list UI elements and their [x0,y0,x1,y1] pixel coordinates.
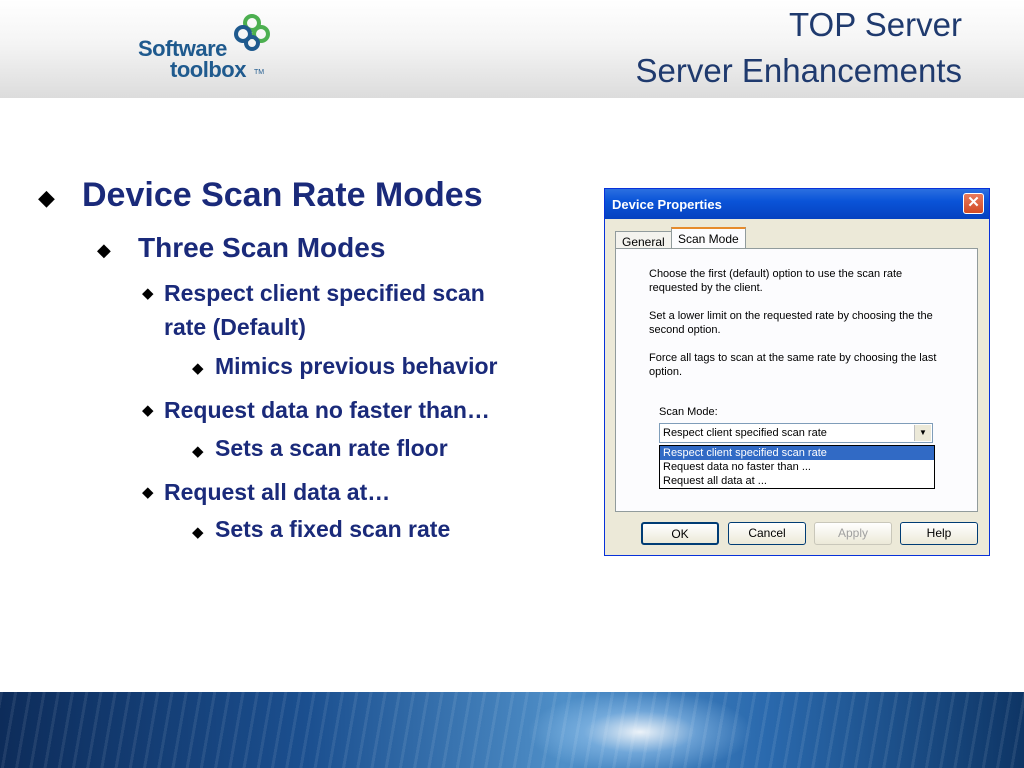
bullet-diamond-icon: ◆ [192,360,204,377]
slide-title-line2: Server Enhancements [635,52,962,89]
logo-trademark: TM [254,69,265,76]
bullet-diamond-icon: ◆ [38,185,55,210]
bullet-level4: Mimics previous behavior [215,353,498,379]
cancel-button[interactable]: Cancel [728,522,806,545]
slide-title: TOP Server Server Enhancements [635,2,962,94]
ok-button[interactable]: OK [641,522,719,545]
option-respect-client-rate[interactable]: Respect client specified scan rate [660,446,934,460]
apply-button[interactable]: Apply [814,522,892,545]
bullet-diamond-icon: ◆ [142,484,154,501]
slide-header: Software toolbox TM TOP Server Server En… [0,0,1024,98]
dialog-title: Device Properties [612,197,722,212]
scan-mode-select[interactable]: Respect client specified scan rate ▼ [659,423,933,443]
chevron-down-icon[interactable]: ▼ [914,425,931,441]
bullet-diamond-icon: ◆ [97,240,111,260]
logo-knot-icon [234,14,270,51]
bullet-level4: Sets a scan rate floor [215,435,448,461]
logo-word-toolbox: toolbox [170,57,246,82]
bullet-diamond-icon: ◆ [192,443,204,460]
software-toolbox-logo: Software toolbox TM [136,12,276,82]
bullet-level3: Request all data at… [164,479,391,505]
tab-scan-mode[interactable]: Scan Mode [671,227,746,249]
bullet-level3: Request data no faster than… [164,397,490,423]
slide-title-line1: TOP Server [788,6,962,43]
bullet-level1: Device Scan Rate Modes [82,176,483,214]
tab-general[interactable]: General [615,231,672,249]
help-text-first-option: Choose the first (default) option to use… [649,268,903,294]
slide-footer-band [0,692,1024,768]
bullet-level3: Respect client specified scan [164,280,485,306]
bullet-level3-cont: rate (Default) [164,314,306,340]
help-button[interactable]: Help [900,522,978,545]
scan-mode-selected-value: Respect client specified scan rate [663,427,827,439]
bullet-level2: Three Scan Modes [138,232,386,263]
help-text-last-option: Force all tags to scan at the same rate … [649,352,937,378]
bullet-level4: Sets a fixed scan rate [215,516,451,542]
bullet-diamond-icon: ◆ [142,402,154,419]
bullet-diamond-icon: ◆ [192,524,204,541]
scan-mode-label: Scan Mode: [659,406,718,418]
bullet-diamond-icon: ◆ [142,285,154,302]
dialog-titlebar[interactable]: Device Properties ✕ [605,189,989,219]
option-all-data-at[interactable]: Request all data at ... [660,474,934,488]
close-icon[interactable]: ✕ [963,193,984,214]
scan-mode-dropdown-list: Respect client specified scan rate Reque… [659,445,935,489]
device-properties-dialog: Device Properties ✕ General Scan Mode Ch… [604,188,990,556]
help-text-second-option: Set a lower limit on the requested rate … [649,310,933,336]
option-no-faster-than[interactable]: Request data no faster than ... [660,460,934,474]
